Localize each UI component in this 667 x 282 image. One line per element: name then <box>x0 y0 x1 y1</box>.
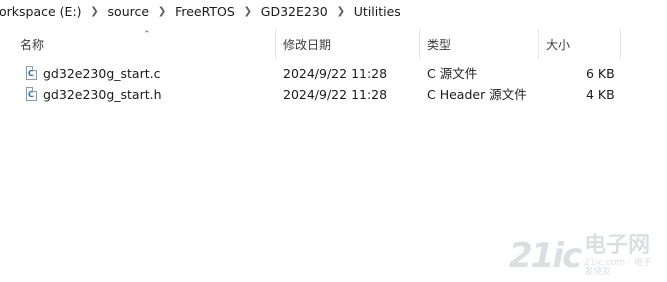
address-breadcrumb: orkspace (E:) ❯ source ❯ FreeRTOS ❯ GD32… <box>0 0 667 22</box>
column-header-type[interactable]: 类型 <box>421 27 539 62</box>
file-modified: 2024/9/22 11:28 <box>283 66 388 81</box>
breadcrumb-utilities[interactable]: Utilities <box>352 4 403 19</box>
c-header-file-icon: C <box>26 87 37 101</box>
watermark-text: 电子网 21ic.com · 电子发烧友 <box>584 235 659 277</box>
watermark-logo: 21ic <box>509 236 582 276</box>
chevron-right-icon[interactable]: ❯ <box>330 6 352 17</box>
column-header-size[interactable]: 大小 <box>540 27 620 62</box>
breadcrumb-source[interactable]: source <box>106 4 152 19</box>
file-row[interactable]: C gd32e230g_start.c 2024/9/22 11:28 C 源文… <box>0 63 667 84</box>
file-type: C 源文件 <box>427 66 478 81</box>
file-size: 4 KB <box>586 87 615 102</box>
chevron-right-icon[interactable]: ❯ <box>151 6 173 17</box>
column-divider[interactable] <box>275 29 276 59</box>
breadcrumb-gd32e230[interactable]: GD32E230 <box>259 4 330 19</box>
c-source-file-icon: C <box>26 66 37 80</box>
file-icon-letter: C <box>28 90 34 99</box>
column-header-name-label: 名称 <box>20 38 45 52</box>
column-header-type-label: 类型 <box>427 38 452 52</box>
breadcrumb-drive[interactable]: orkspace (E:) <box>0 4 84 19</box>
column-divider[interactable] <box>620 29 621 59</box>
column-divider[interactable] <box>538 29 539 59</box>
chevron-right-icon[interactable]: ❯ <box>237 6 259 17</box>
column-header-modified-label: 修改日期 <box>283 38 332 52</box>
file-size: 6 KB <box>586 66 615 81</box>
watermark-sub: 21ic.com · 电子发烧友 <box>584 258 652 277</box>
column-header-row: ⌃ 名称 修改日期 类型 大小 <box>0 27 667 62</box>
file-type: C Header 源文件 <box>427 87 527 102</box>
column-header-modified[interactable]: 修改日期 <box>277 27 419 62</box>
file-row[interactable]: C gd32e230g_start.h 2024/9/22 11:28 C He… <box>0 84 667 105</box>
file-modified: 2024/9/22 11:28 <box>283 87 388 102</box>
column-divider[interactable] <box>419 29 420 59</box>
file-name[interactable]: gd32e230g_start.c <box>43 63 160 84</box>
site-watermark: 21ic 电子网 21ic.com · 电子发烧友 <box>509 235 659 277</box>
column-header-name[interactable]: 名称 <box>14 27 276 62</box>
file-icon-letter: C <box>28 69 34 78</box>
watermark-brand: 电子网 <box>584 233 651 258</box>
breadcrumb-freertos[interactable]: FreeRTOS <box>173 4 237 19</box>
chevron-right-icon[interactable]: ❯ <box>84 6 106 17</box>
column-header-size-label: 大小 <box>546 38 571 52</box>
file-name[interactable]: gd32e230g_start.h <box>43 84 162 105</box>
